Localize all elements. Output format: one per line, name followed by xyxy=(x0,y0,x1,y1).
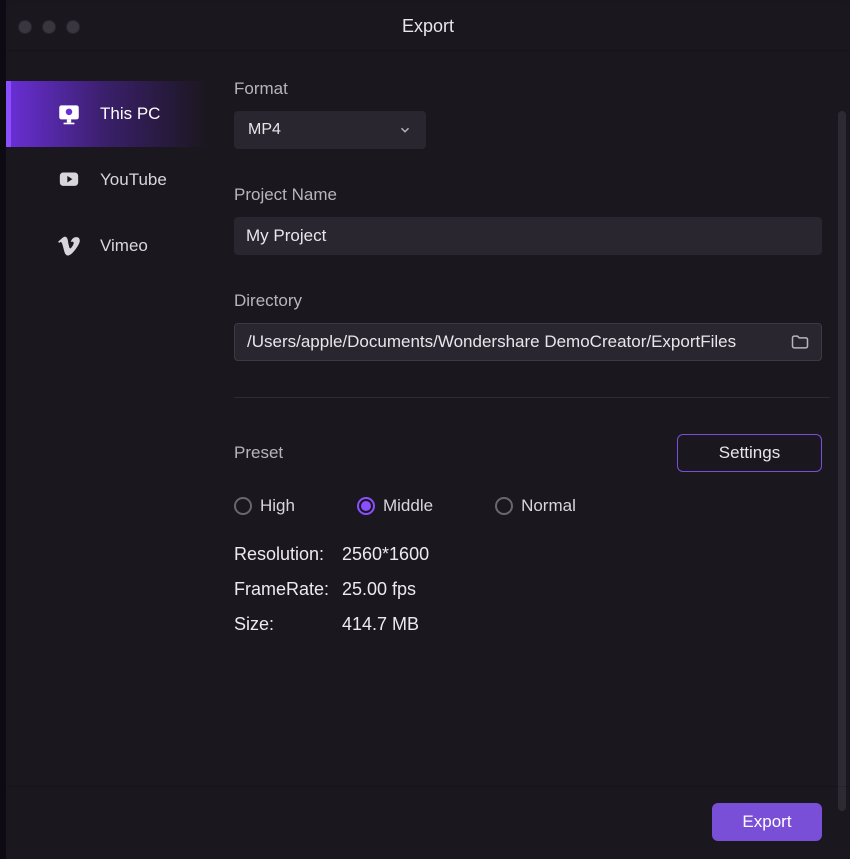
window-title: Export xyxy=(6,16,850,37)
format-value: MP4 xyxy=(248,121,281,139)
radio-label: High xyxy=(260,496,295,516)
radio-label: Middle xyxy=(383,496,433,516)
maximize-icon[interactable] xyxy=(66,20,80,34)
framerate-label: FrameRate: xyxy=(234,579,342,600)
framerate-row: FrameRate: 25.00 fps xyxy=(234,579,820,600)
settings-button[interactable]: Settings xyxy=(677,434,822,472)
content-area: This PC YouTube Vimeo xyxy=(6,51,850,856)
size-row: Size: 414.7 MB xyxy=(234,614,820,635)
vimeo-icon xyxy=(56,233,82,259)
directory-row xyxy=(234,323,822,361)
project-name-input[interactable] xyxy=(234,217,822,255)
scrollbar[interactable] xyxy=(838,111,846,811)
resolution-label: Resolution: xyxy=(234,544,342,565)
sidebar-item-youtube[interactable]: YouTube xyxy=(6,147,206,213)
project-name-label: Project Name xyxy=(234,185,820,205)
export-window: Export This PC xyxy=(6,3,850,856)
sidebar-item-this-pc[interactable]: This PC xyxy=(6,81,206,147)
radio-icon xyxy=(357,497,375,515)
sidebar-item-vimeo[interactable]: Vimeo xyxy=(6,213,206,279)
preset-radio-normal[interactable]: Normal xyxy=(495,496,576,516)
radio-icon xyxy=(234,497,252,515)
sidebar: This PC YouTube Vimeo xyxy=(6,51,206,856)
preset-row: Preset Settings xyxy=(234,434,822,472)
divider xyxy=(234,397,830,398)
preset-label: Preset xyxy=(234,443,283,463)
format-label: Format xyxy=(234,79,820,99)
resolution-value: 2560*1600 xyxy=(342,544,429,565)
titlebar: Export xyxy=(6,3,850,51)
preset-radio-high[interactable]: High xyxy=(234,496,295,516)
footer: Export xyxy=(6,786,850,856)
main-panel: Format MP4 Project Name Directory xyxy=(206,51,850,856)
radio-icon xyxy=(495,497,513,515)
preset-radio-middle[interactable]: Middle xyxy=(357,496,433,516)
export-button[interactable]: Export xyxy=(712,803,822,841)
close-icon[interactable] xyxy=(18,20,32,34)
sidebar-item-label: This PC xyxy=(100,104,160,124)
size-label: Size: xyxy=(234,614,342,635)
framerate-value: 25.00 fps xyxy=(342,579,416,600)
browse-folder-button[interactable] xyxy=(785,327,815,357)
format-select[interactable]: MP4 xyxy=(234,111,426,149)
sidebar-item-label: YouTube xyxy=(100,170,167,190)
directory-label: Directory xyxy=(234,291,820,311)
directory-input[interactable] xyxy=(235,332,785,352)
chevron-down-icon xyxy=(398,123,412,137)
resolution-row: Resolution: 2560*1600 xyxy=(234,544,820,565)
monitor-icon xyxy=(56,101,82,127)
window-controls xyxy=(18,20,80,34)
preset-radio-group: High Middle Normal xyxy=(234,496,820,516)
youtube-icon xyxy=(56,167,82,193)
size-value: 414.7 MB xyxy=(342,614,419,635)
sidebar-item-label: Vimeo xyxy=(100,236,148,256)
radio-label: Normal xyxy=(521,496,576,516)
minimize-icon[interactable] xyxy=(42,20,56,34)
